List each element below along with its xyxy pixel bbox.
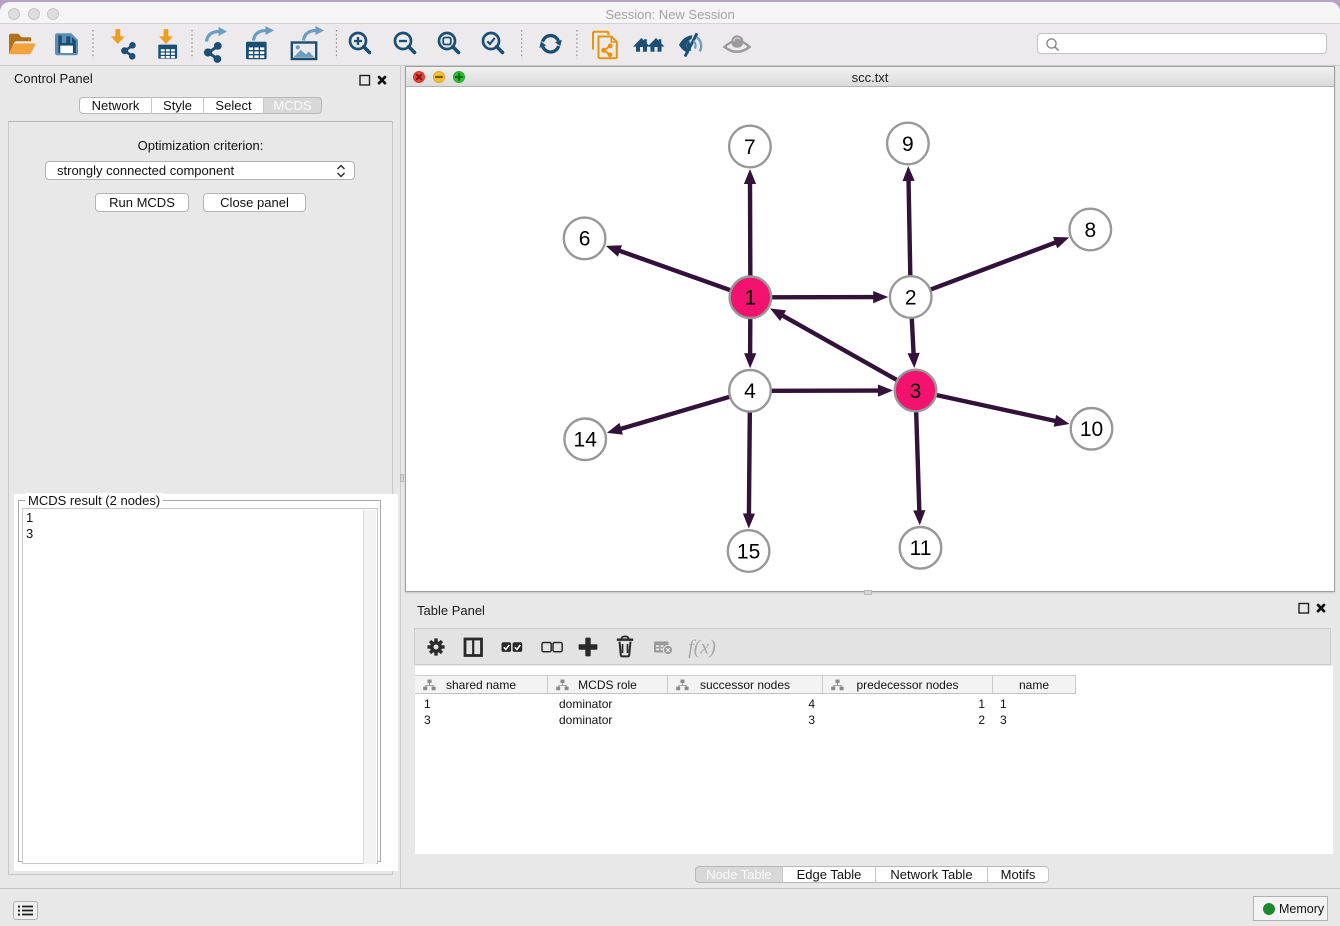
svg-text:15: 15 (737, 540, 760, 563)
svg-text:f(x): f(x) (688, 637, 716, 659)
svg-text:11: 11 (910, 537, 932, 560)
svg-text:7: 7 (744, 136, 756, 159)
svg-text:9: 9 (902, 133, 914, 156)
svg-text:4: 4 (744, 380, 756, 403)
svg-text:2: 2 (905, 286, 917, 309)
svg-text:10: 10 (1080, 418, 1103, 441)
svg-text:1: 1 (745, 287, 757, 310)
svg-text:6: 6 (579, 228, 591, 251)
svg-text:8: 8 (1084, 219, 1096, 242)
svg-text:3: 3 (910, 380, 922, 403)
svg-text:14: 14 (574, 429, 598, 452)
